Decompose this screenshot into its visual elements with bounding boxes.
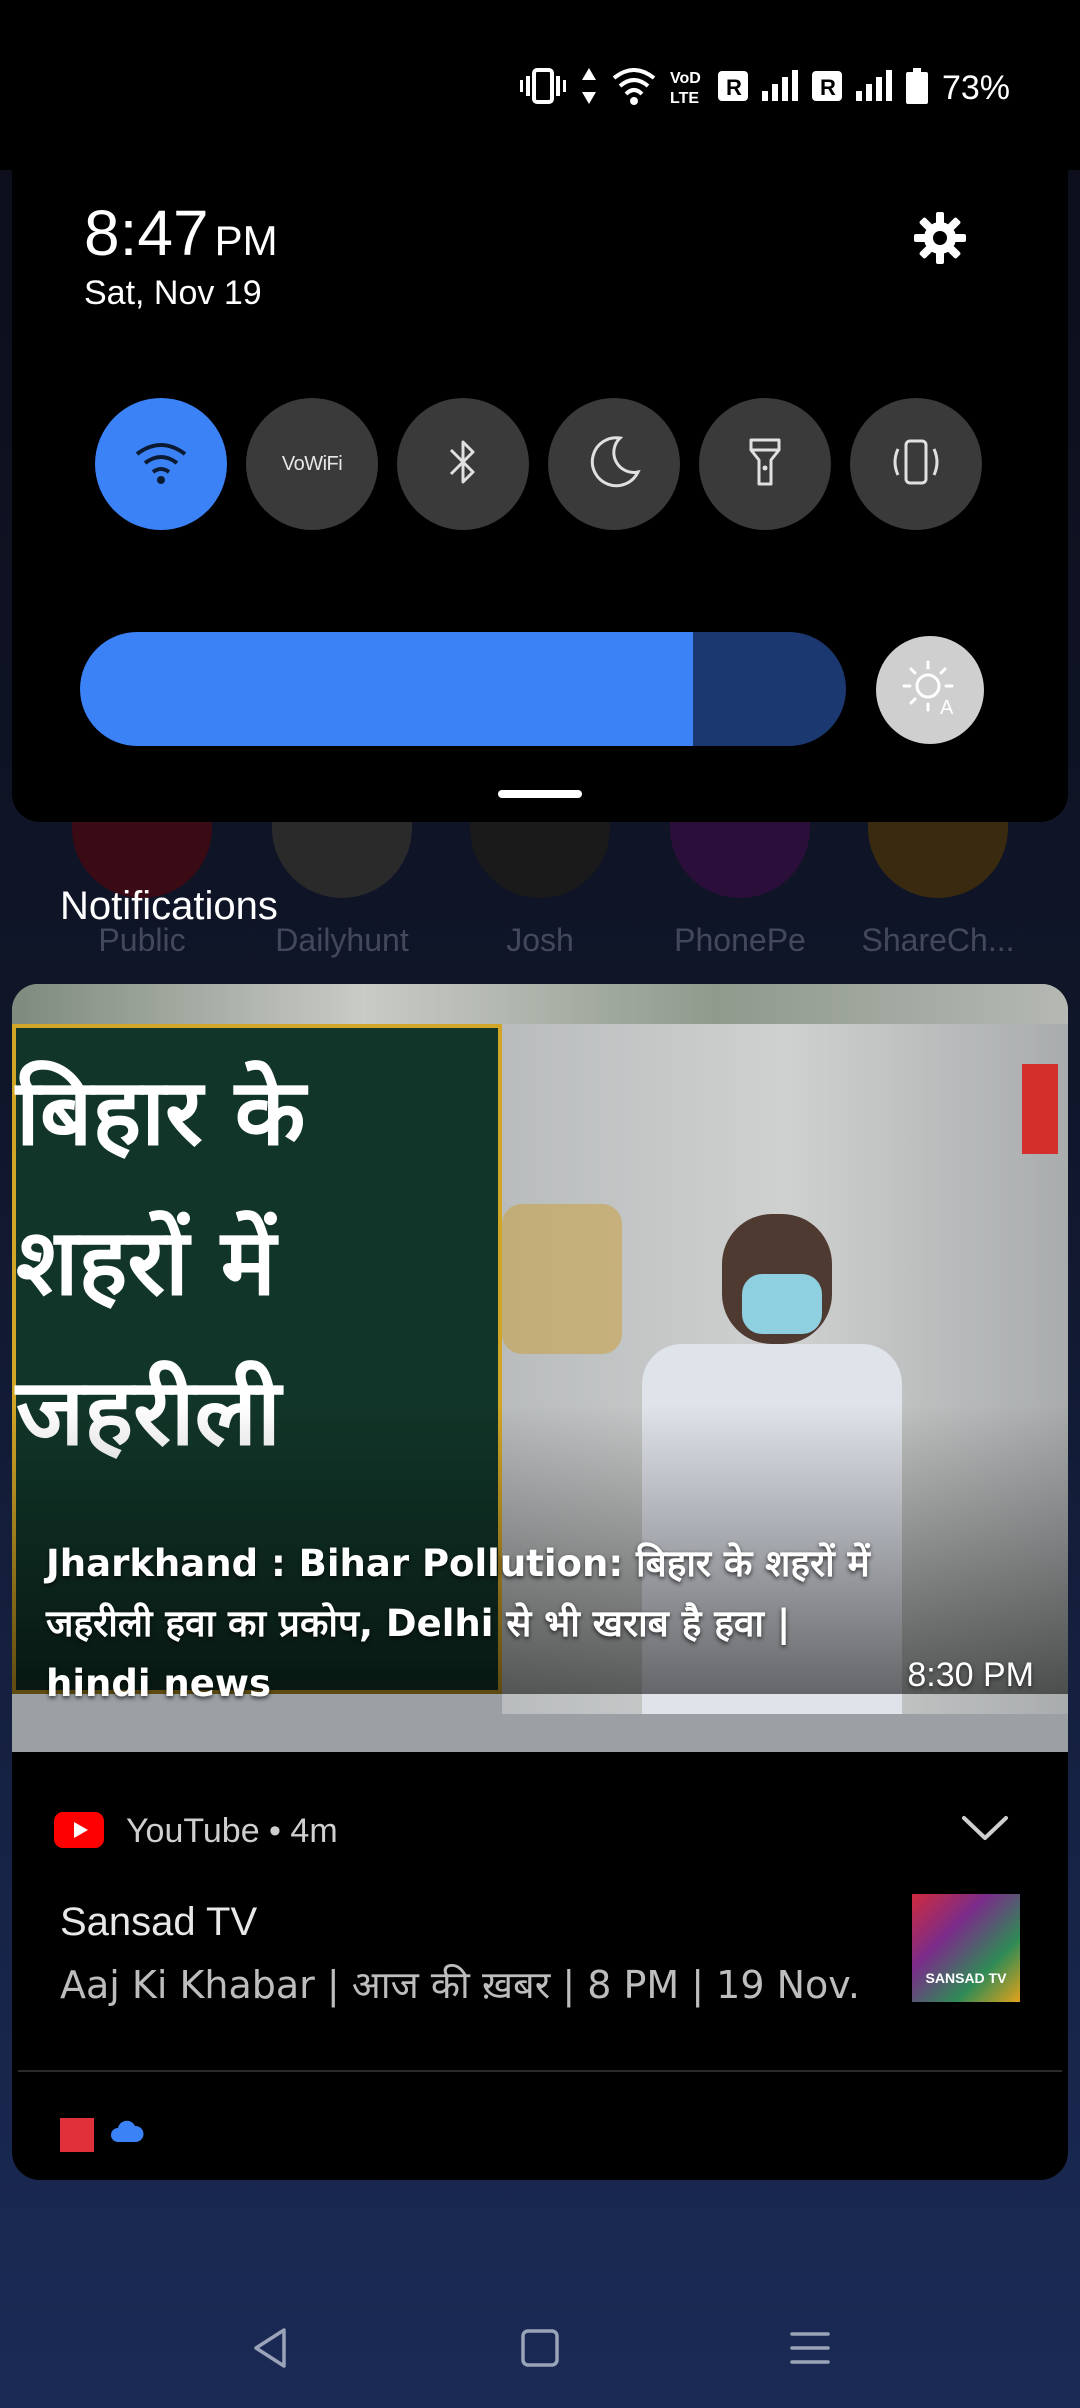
vowifi-label: VoWiFi [281,452,343,475]
recents-menu-button[interactable] [780,2318,840,2378]
media-title: Jharkhand : Bihar Pollution: बिहार के शह… [46,1542,870,1705]
cloud-icon[interactable] [110,2118,144,2151]
svg-text:LTE: LTE [670,90,699,106]
clock-date[interactable]: Sat, Nov 19 [84,274,262,313]
app-label: ShareCh... [861,922,1015,958]
settings-gear-icon[interactable] [912,210,968,266]
back-button[interactable] [240,2318,300,2378]
battery-icon [905,67,928,109]
thumbnail-label: SANSAD TV [925,1970,1007,1986]
flashlight-icon [745,434,785,495]
signal-icon [855,69,892,108]
auto-brightness-button[interactable]: A [876,636,984,744]
youtube-thumbnail: SANSAD TV [912,1894,1020,2002]
tile-dark-mode[interactable] [548,398,680,530]
clock-time: 8:47 [84,197,209,269]
notifications-header: Notifications [60,884,278,928]
app-label: Josh [506,922,574,958]
face-mask [742,1274,822,1334]
panel-drag-handle[interactable] [498,790,582,798]
tile-wifi[interactable] [95,398,227,530]
auto-brightness-icon: A [900,658,960,723]
app-name: YouTube [126,1812,260,1850]
roaming-r-icon: R [717,69,748,108]
battery-percent: 73% [941,68,1010,107]
tile-vibrate[interactable] [850,398,982,530]
bluetooth-icon [443,434,483,495]
svg-text:R: R [820,75,836,100]
clock-ampm: PM [214,217,278,264]
auto-rickshaw [502,1204,622,1354]
app-notification-icon[interactable] [60,2118,94,2152]
youtube-text: Aaj Ki Khabar | आज की ख़बर | 8 PM | 19 N… [60,1963,860,2007]
channel-logo [1022,1064,1058,1154]
moon-icon [584,432,644,497]
svg-text:R: R [726,75,742,100]
home-button[interactable] [510,2318,570,2378]
youtube-app-line: YouTube • 4m [126,1812,338,1850]
brightness-fill [80,632,693,746]
brightness-slider[interactable] [80,632,846,746]
app-label: PhonePe [674,922,806,958]
wifi-icon [612,66,656,111]
notification-age: 4m [290,1812,338,1850]
tile-bluetooth[interactable] [397,398,529,530]
clock[interactable]: 8:47 PM [84,196,278,270]
roaming-r-icon: R [811,69,842,108]
youtube-title: Sansad TV [60,1900,258,1944]
svg-text:VoD: VoD [670,70,701,87]
media-notification[interactable]: बिहार के शहरों में जहरीली Jharkhand : Bi… [12,984,1068,1752]
vibrate-icon [519,66,566,111]
youtube-icon [54,1812,104,1853]
media-image-top [12,984,1068,1024]
vibrate-icon [886,437,946,492]
tile-flashlight[interactable] [699,398,831,530]
status-icons: VoD LTE R R 73% [519,64,1010,112]
media-time: 8:30 PM [907,1656,1034,1694]
notification-divider [18,2070,1062,2072]
volte-icon: VoD LTE [670,66,704,111]
signal-icon [761,69,798,108]
data-arrows-icon [580,66,598,111]
tile-vowifi[interactable]: VoWiFi [246,398,378,530]
chevron-down-icon[interactable] [960,1812,1010,1847]
svg-text:A: A [940,697,954,718]
wifi-icon [133,438,189,491]
